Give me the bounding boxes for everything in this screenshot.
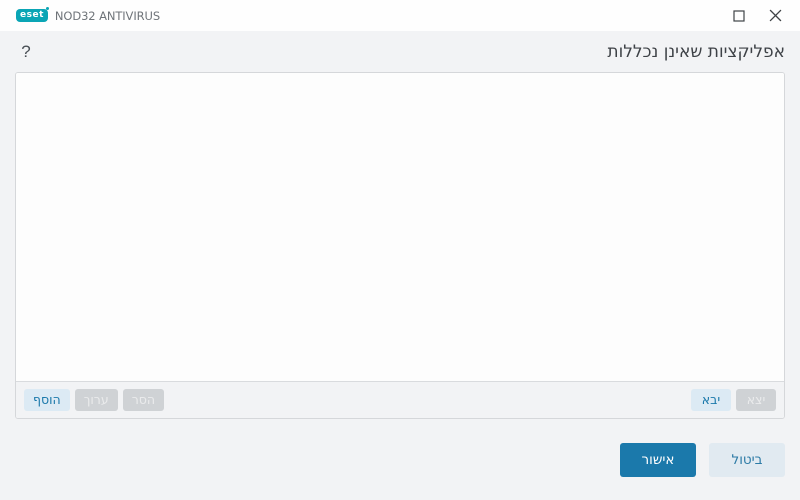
window-controls	[728, 5, 786, 27]
product-name: NOD32 ANTIVIRUS	[54, 8, 161, 23]
page-title: אפליקציות שאינן נכללות	[607, 41, 785, 62]
exclusions-list[interactable]	[16, 73, 784, 381]
help-button[interactable]: ?	[15, 41, 37, 63]
brand: eset NOD32 ANTIVIRUS	[16, 7, 161, 23]
dialog-window: eset NOD32 ANTIVIRUS אפליקציות שאינן נכל…	[0, 0, 800, 500]
edit-button[interactable]: ערוך	[74, 389, 118, 411]
add-button[interactable]: הוסף	[24, 389, 70, 411]
close-icon	[769, 9, 782, 22]
maximize-icon	[733, 9, 745, 22]
eset-logo-icon: eset	[16, 7, 49, 22]
cancel-button[interactable]: ביטול	[709, 442, 785, 477]
panel-toolbar: הוסף ערוך הסר יבא יצא	[16, 381, 784, 418]
eset-logo-text: eset	[20, 9, 44, 20]
remove-button[interactable]: הסר	[122, 389, 165, 411]
toolbar-group-right: הוסף ערוך הסר	[24, 389, 165, 411]
title-bar: eset NOD32 ANTIVIRUS	[0, 0, 800, 31]
close-button[interactable]	[764, 5, 786, 27]
export-button[interactable]: יצא	[736, 389, 776, 411]
exclusions-panel: הוסף ערוך הסר יבא יצא	[15, 72, 785, 419]
import-button[interactable]: יבא	[691, 389, 731, 411]
toolbar-group-left: יבא יצא	[691, 389, 776, 411]
confirm-button[interactable]: אישור	[620, 442, 696, 477]
maximize-button[interactable]	[728, 5, 750, 27]
dialog-header: אפליקציות שאינן נכללות ?	[0, 31, 800, 72]
dialog-footer: אישור ביטול	[0, 419, 800, 500]
exclusions-list-empty	[16, 73, 784, 381]
